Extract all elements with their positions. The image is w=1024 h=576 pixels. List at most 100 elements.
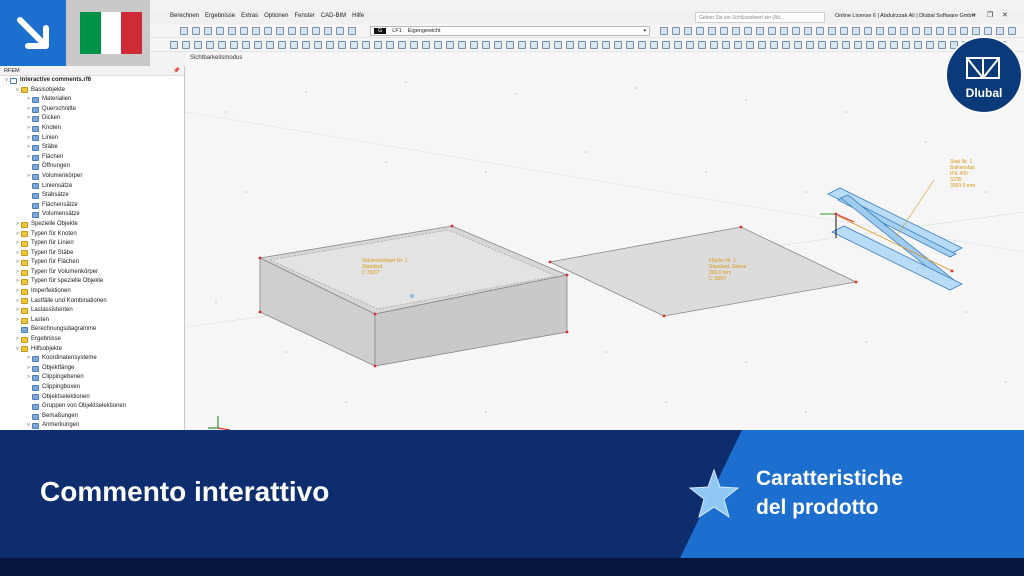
toolbar-button-icon[interactable] xyxy=(792,27,800,35)
expand-chevron-icon[interactable]: > xyxy=(25,364,32,374)
toolbar-button-icon[interactable] xyxy=(902,41,910,49)
toolbar-button-icon[interactable] xyxy=(746,41,754,49)
menu-item[interactable]: Optionen xyxy=(264,13,288,19)
tree-item[interactable]: Volumensätze xyxy=(0,210,184,220)
tree-item[interactable]: > Linien xyxy=(0,134,184,144)
toolbar-button-icon[interactable] xyxy=(722,41,730,49)
expand-chevron-icon[interactable]: > xyxy=(14,316,21,326)
tree-item[interactable]: Bemaßungen xyxy=(0,412,184,422)
expand-chevron-icon[interactable]: > xyxy=(14,287,21,297)
toolbar-button-icon[interactable] xyxy=(180,27,188,35)
minimize-icon[interactable]: – xyxy=(972,11,976,18)
tree-item[interactable]: Flächensätze xyxy=(0,201,184,211)
toolbar-button-icon[interactable] xyxy=(686,41,694,49)
expand-chevron-icon[interactable]: > xyxy=(14,239,21,249)
toolbar-button-icon[interactable] xyxy=(878,41,886,49)
toolbar-button-icon[interactable] xyxy=(542,41,550,49)
toolbar-button-icon[interactable] xyxy=(662,41,670,49)
toolbar-button-icon[interactable] xyxy=(780,27,788,35)
toolbar-button-icon[interactable] xyxy=(816,27,824,35)
toolbar-button-icon[interactable] xyxy=(794,41,802,49)
toolbar-button-icon[interactable] xyxy=(1008,27,1016,35)
member-annotation[interactable]: Stab Nr. 1 Balkenstab IPE 400 S235 3000.… xyxy=(950,159,975,189)
tree-item[interactable]: > Typen für Flächen xyxy=(0,258,184,268)
tree-item[interactable]: Objektselektionen xyxy=(0,393,184,403)
toolbar-button-icon[interactable] xyxy=(852,27,860,35)
expand-chevron-icon[interactable]: > xyxy=(14,335,21,345)
toolbar-button-icon[interactable] xyxy=(482,41,490,49)
expand-chevron-icon[interactable]: v xyxy=(14,345,21,355)
toolbar-button-icon[interactable] xyxy=(326,41,334,49)
toolbar-button-icon[interactable] xyxy=(288,27,296,35)
toolbar-button-icon[interactable] xyxy=(338,41,346,49)
expand-chevron-icon[interactable]: > xyxy=(14,297,21,307)
toolbar-button-icon[interactable] xyxy=(660,27,668,35)
expand-chevron-icon[interactable]: > xyxy=(14,277,21,287)
expand-chevron-icon[interactable]: > xyxy=(25,134,32,144)
toolbar-button-icon[interactable] xyxy=(314,41,322,49)
toolbar-button-icon[interactable] xyxy=(578,41,586,49)
expand-chevron-icon[interactable]: v xyxy=(3,76,10,86)
search-input[interactable]: Geben Sie ein Schlüsselwort ein (Alt... xyxy=(695,12,825,23)
toolbar-button-icon[interactable] xyxy=(470,41,478,49)
toolbar-button-icon[interactable] xyxy=(948,27,956,35)
toolbar-button-icon[interactable] xyxy=(206,41,214,49)
toolbar-button-icon[interactable] xyxy=(240,27,248,35)
i-beam-member[interactable] xyxy=(827,187,963,291)
tree-item[interactable]: > Lasten xyxy=(0,316,184,326)
toolbar-button-icon[interactable] xyxy=(866,41,874,49)
tree-item[interactable]: > Objektfänge xyxy=(0,364,184,374)
toolbar-button-icon[interactable] xyxy=(590,41,598,49)
tree-item[interactable]: Clippingboxen xyxy=(0,383,184,393)
toolbar-button-icon[interactable] xyxy=(170,41,178,49)
toolbar-button-icon[interactable] xyxy=(912,27,920,35)
toolbar-button-icon[interactable] xyxy=(864,27,872,35)
tree-item[interactable]: > Typen für Knoten xyxy=(0,230,184,240)
tree-item[interactable]: > Koordinatensysteme xyxy=(0,354,184,364)
expand-chevron-icon[interactable]: > xyxy=(25,354,32,364)
toolbar-button-icon[interactable] xyxy=(494,41,502,49)
tree-item[interactable]: > Stäbe xyxy=(0,143,184,153)
pin-icon[interactable]: 📌 xyxy=(173,68,180,74)
toolbar-button-icon[interactable] xyxy=(926,41,934,49)
tree-item[interactable]: Berechnungsdiagramme xyxy=(0,325,184,335)
toolbar-button-icon[interactable] xyxy=(710,41,718,49)
toolbar-button-icon[interactable] xyxy=(182,41,190,49)
toolbar-button-icon[interactable] xyxy=(324,27,332,35)
toolbar-button-icon[interactable] xyxy=(410,41,418,49)
toolbar-button-icon[interactable] xyxy=(996,27,1004,35)
toolbar-button-icon[interactable] xyxy=(936,27,944,35)
toolbar-button-icon[interactable] xyxy=(458,41,466,49)
model-canvas[interactable] xyxy=(186,52,1024,430)
toolbar-button-icon[interactable] xyxy=(828,27,836,35)
toolbar-button-icon[interactable] xyxy=(732,27,740,35)
menu-item[interactable]: Ergebnisse xyxy=(205,13,235,19)
expand-chevron-icon[interactable]: > xyxy=(14,220,21,230)
expand-chevron-icon[interactable]: > xyxy=(25,143,32,153)
tree-item[interactable]: > Materialien xyxy=(0,95,184,105)
tree-item[interactable]: > Lastassistenten xyxy=(0,306,184,316)
tree-item[interactable]: > Dicken xyxy=(0,114,184,124)
tree-item[interactable]: > Typen für Linien xyxy=(0,239,184,249)
toolbar-button-icon[interactable] xyxy=(804,27,812,35)
tree-item[interactable]: > Querschnitte xyxy=(0,105,184,115)
toolbar-button-icon[interactable] xyxy=(854,41,862,49)
toolbar-button-icon[interactable] xyxy=(278,41,286,49)
load-case-selector[interactable]: G LF1 Eigengewicht ▾ xyxy=(370,26,650,36)
toolbar-button-icon[interactable] xyxy=(770,41,778,49)
toolbar-button-icon[interactable] xyxy=(252,27,260,35)
expand-chevron-icon[interactable]: > xyxy=(14,306,21,316)
toolbar-button-icon[interactable] xyxy=(348,27,356,35)
tree-item[interactable]: > Ergebnisse xyxy=(0,335,184,345)
tree-item[interactable]: > Flächen xyxy=(0,153,184,163)
toolbar-button-icon[interactable] xyxy=(756,27,764,35)
menu-item[interactable]: Berechnen xyxy=(170,13,199,19)
maximize-icon[interactable]: ❐ xyxy=(987,11,993,19)
menu-item[interactable]: Fenster xyxy=(294,13,314,19)
toolbar-button-icon[interactable] xyxy=(840,27,848,35)
toolbar-button-icon[interactable] xyxy=(192,27,200,35)
close-icon[interactable]: ✕ xyxy=(1002,11,1008,19)
toolbar-button-icon[interactable] xyxy=(602,41,610,49)
toolbar-button-icon[interactable] xyxy=(266,41,274,49)
toolbar-button-icon[interactable] xyxy=(276,27,284,35)
